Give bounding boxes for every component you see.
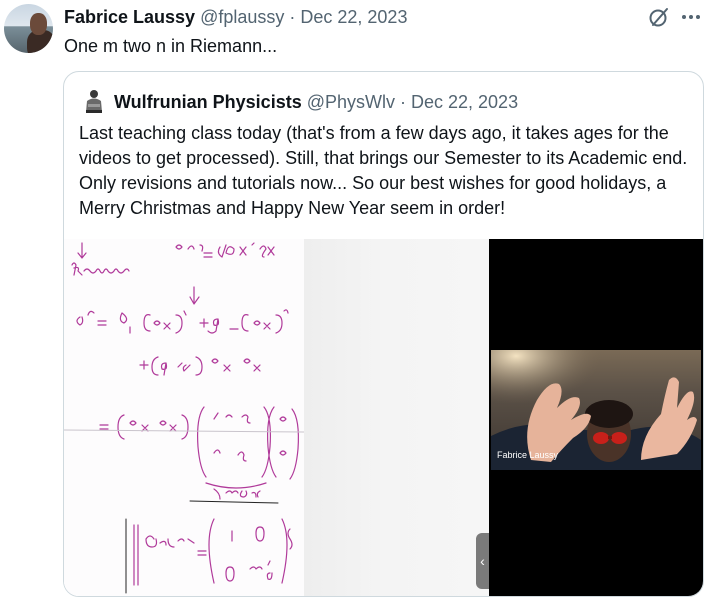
grok-slash-circle-icon[interactable] [648, 6, 670, 28]
quoted-tweet-date[interactable]: Dec 22, 2023 [411, 92, 518, 113]
quoted-author-handle[interactable]: @PhysWlv [307, 92, 395, 113]
quoted-video-frame[interactable]: ‹ Fabrice Laussy [64, 239, 703, 596]
more-dots-icon[interactable] [680, 8, 702, 26]
tweet-date[interactable]: Dec 22, 2023 [300, 7, 407, 28]
dot [696, 15, 700, 19]
webcam-feed: Fabrice Laussy [491, 350, 701, 470]
avatar-head [30, 13, 47, 35]
dot [689, 15, 693, 19]
panel-collapse-tab[interactable]: ‹ [476, 533, 489, 589]
quoted-tweet-text: Last teaching class today (that's from a… [79, 123, 688, 218]
quoted-author-name[interactable]: Wulfrunian Physicists [114, 92, 302, 113]
quoted-tweet-header: Wulfrunian Physicists @PhysWlv · Dec 22,… [114, 90, 518, 114]
webcam-panel: Fabrice Laussy [489, 239, 703, 596]
quoted-tweet-card[interactable]: Wulfrunian Physicists @PhysWlv · Dec 22,… [63, 71, 704, 597]
participant-name-label: Fabrice Laussy [497, 450, 559, 460]
dot [682, 15, 686, 19]
tweet-text: One m two n in Riemann... [64, 36, 278, 56]
quoted-author-avatar[interactable] [83, 88, 105, 114]
author-name[interactable]: Fabrice Laussy [64, 7, 195, 28]
author-avatar[interactable] [4, 4, 53, 53]
blank-page-area [304, 239, 489, 596]
tweet-header: Fabrice Laussy @fplaussy · Dec 22, 2023 [64, 5, 407, 29]
handwritten-notes-image [64, 239, 304, 596]
header-separator: · [289, 6, 296, 27]
author-handle[interactable]: @fplaussy [200, 7, 284, 28]
chevron-left-icon: ‹ [480, 553, 485, 569]
quoted-header-separator: · [400, 91, 406, 112]
